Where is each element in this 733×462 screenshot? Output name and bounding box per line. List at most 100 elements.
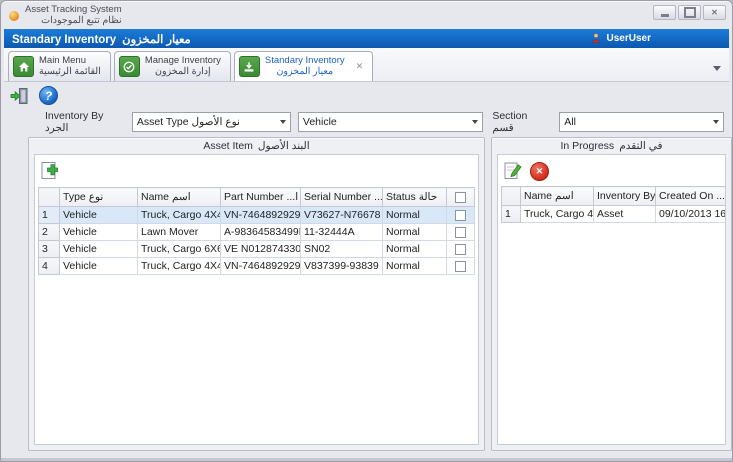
inventory-by-label: Inventory By الجرد [45, 110, 125, 134]
asset-item-panel: Asset Itemالبند الأصول [28, 137, 485, 451]
label-en: Type [63, 191, 86, 203]
cell-serial: V73627-N76678 [301, 207, 383, 224]
cell-inventory_by: Asset [594, 206, 656, 223]
label-en: Inventory By [597, 190, 655, 202]
tab-main-menu[interactable]: Main Menu القائمة الرئيسية [8, 51, 111, 81]
column-header-status[interactable]: Status حالة [383, 188, 447, 207]
column-header-created-on[interactable]: Created On تم إن... [656, 187, 727, 206]
chevron-down-icon [713, 120, 719, 124]
page-title-ar: معيار المخزون [122, 34, 191, 46]
exit-button[interactable] [9, 86, 30, 106]
column-header-select[interactable] [447, 188, 475, 207]
add-asset-button[interactable] [40, 161, 64, 182]
column-header-name[interactable]: Name اسم [521, 187, 594, 206]
label-ar: اسم [172, 191, 191, 203]
tab-manage-inventory[interactable]: Manage Inventory إدارة المخزون [114, 51, 231, 81]
app-title-ar: نظام تتبع الموجودات [25, 16, 122, 27]
help-button[interactable] [39, 86, 58, 105]
cell-status: Normal [383, 207, 447, 224]
asset-item-panel-body: Type نوعName اسمPart Number رقم ا...Seri… [34, 154, 479, 445]
label-ar: رقم ا... [286, 191, 300, 203]
label-ar: حالة [419, 191, 438, 203]
edit-icon [503, 161, 523, 181]
tab-label: Standary Inventory معيار المخزون [265, 56, 345, 77]
cell-select [447, 241, 475, 258]
cell-name: Truck, Cargo 4X4 1/... [138, 258, 221, 275]
check-icon [119, 56, 140, 77]
label-en: Part Number [224, 191, 284, 203]
asset-table: Type نوعName اسمPart Number رقم ا...Seri… [38, 187, 475, 275]
app-title-en: Asset Tracking System [25, 4, 122, 15]
row-indicator-header [502, 187, 521, 206]
table-row[interactable]: 4VehicleTruck, Cargo 4X4 1/...VN-7464892… [39, 258, 475, 275]
in-progress-panel-body: Name اسمInventory By الجردCreated On تم … [497, 154, 726, 445]
label-en: Name [141, 191, 169, 203]
table-row[interactable]: 1VehicleTruck, Cargo 4X4 1/...VN-7464892… [39, 207, 475, 224]
asset-item-panel-title: Asset Itemالبند الأصول [29, 138, 484, 153]
filter-row: Inventory By الجرد Asset Type نوع الأصول… [1, 108, 732, 135]
tab-overflow-arrow-icon[interactable] [713, 66, 721, 71]
cell-part: A-98364583499H [221, 224, 301, 241]
tabstrip: Main Menu القائمة الرئيسية Manage Invent… [4, 48, 729, 82]
minimize-button[interactable] [653, 5, 676, 20]
row-checkbox[interactable] [455, 210, 466, 221]
tab-label: Main Menu القائمة الرئيسية [39, 56, 101, 77]
app-window: Asset Tracking System نظام تتبع الموجودا… [0, 0, 733, 462]
column-header-part-number[interactable]: Part Number رقم ا... [221, 188, 301, 207]
row-checkbox[interactable] [455, 227, 466, 238]
cell-select [447, 207, 475, 224]
column-header-name[interactable]: Name اسم [138, 188, 221, 207]
table-row[interactable]: 3VehicleTruck, Cargo 6X6 5 ...VE N012874… [39, 241, 475, 258]
column-header-inventory-by[interactable]: Inventory By الجرد [594, 187, 656, 206]
close-button[interactable] [703, 5, 726, 20]
cell-select [447, 224, 475, 241]
tab-label: Manage Inventory إدارة المخزون [145, 56, 221, 77]
row-checkbox[interactable] [455, 261, 466, 272]
section-dropdown[interactable]: All [559, 112, 724, 132]
edit-button[interactable] [503, 161, 523, 181]
exit-icon [9, 86, 30, 106]
tab-standary-inventory[interactable]: Standary Inventory معيار المخزون [234, 51, 373, 81]
in-progress-table: Name اسمInventory By الجردCreated On تم … [501, 186, 726, 223]
cell-status: Normal [383, 224, 447, 241]
cell-type: Vehicle [60, 224, 138, 241]
inventory-by-dropdown[interactable]: Asset Type نوع الأصول [132, 112, 291, 132]
table-row[interactable]: 1Truck, Cargo 4X4 ...Asset09/10/2013 16:… [502, 206, 727, 223]
row-number: 4 [39, 258, 60, 275]
column-header-type[interactable]: Type نوع [60, 188, 138, 207]
app-title: Asset Tracking System نظام تتبع الموجودا… [25, 5, 122, 26]
asset-type-dropdown[interactable]: Vehicle [298, 112, 483, 132]
page-title-en: Standary Inventory [12, 34, 116, 46]
column-header-serial-number[interactable]: Serial Number رقم... [301, 188, 383, 207]
cell-part: VE N012874330-9722 [221, 241, 301, 258]
label-en: Serial Number [304, 191, 371, 203]
table-row[interactable]: 2VehicleLawn MoverA-98364583499H11-32444… [39, 224, 475, 241]
chevron-down-icon [472, 120, 478, 124]
cell-created_on: 09/10/2013 16:55 [656, 206, 727, 223]
row-indicator-header [39, 188, 60, 207]
toolbar [1, 82, 732, 108]
page-title: Standary Inventory معيار المخزون [12, 32, 191, 46]
maximize-button[interactable] [678, 5, 701, 20]
row-number: 3 [39, 241, 60, 258]
row-number: 2 [39, 224, 60, 241]
tab-close-icon[interactable] [356, 61, 364, 72]
select-all-checkbox[interactable] [455, 192, 466, 203]
cell-type: Vehicle [60, 207, 138, 224]
chevron-down-icon [280, 120, 286, 124]
cell-select [447, 258, 475, 275]
row-number: 1 [502, 206, 521, 223]
label-en: Name [524, 190, 552, 202]
cell-name: Truck, Cargo 4X4 ... [521, 206, 594, 223]
user-icon [590, 32, 602, 45]
cell-part: VN-74648929298 [221, 258, 301, 275]
user-box[interactable]: UserUser [590, 32, 651, 45]
row-checkbox[interactable] [455, 244, 466, 255]
delete-button[interactable] [530, 162, 549, 181]
cell-status: Normal [383, 258, 447, 275]
home-icon [13, 56, 34, 77]
row-number: 1 [39, 207, 60, 224]
cell-name: Truck, Cargo 6X6 5 ... [138, 241, 221, 258]
titlebar: Asset Tracking System نظام تتبع الموجودا… [1, 1, 732, 28]
cell-serial: V837399-93839 [301, 258, 383, 275]
